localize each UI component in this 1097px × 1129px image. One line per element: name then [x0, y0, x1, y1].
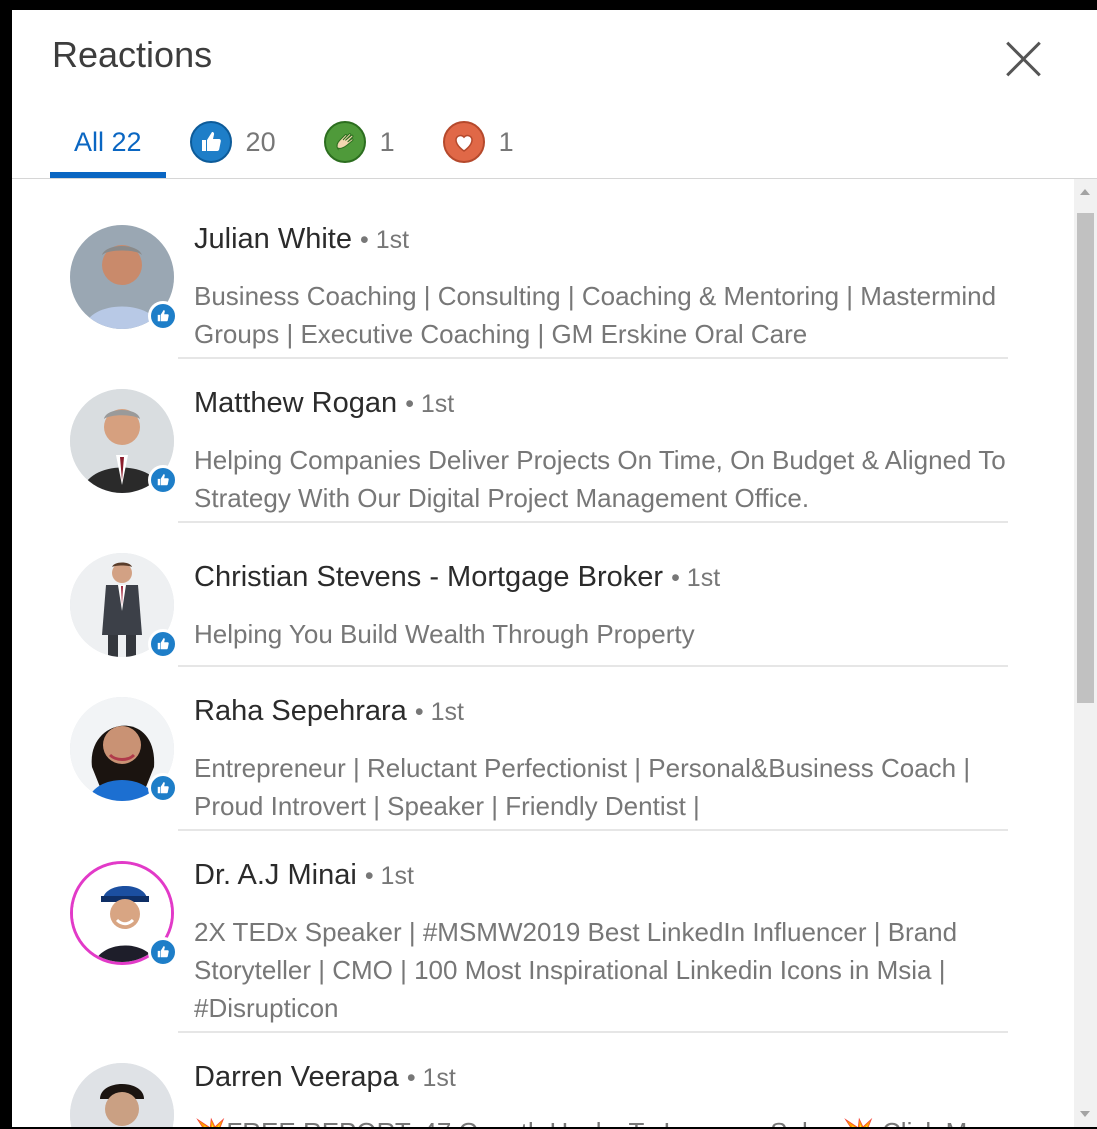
dialog-header: Reactions All 22 20 1 1 [12, 10, 1097, 179]
name-line: Dr. A.J Minai • 1st [194, 859, 414, 892]
scroll-down-arrow-icon[interactable] [1080, 1111, 1090, 1117]
tab-all-label: All 22 [74, 126, 142, 157]
celebrate-icon [323, 121, 366, 163]
tab-celebrate[interactable]: 1 [300, 110, 419, 174]
person-name[interactable]: Julian White [194, 223, 352, 255]
connection-degree: • 1st [414, 698, 464, 726]
like-icon [148, 937, 178, 967]
like-icon [148, 301, 178, 331]
tab-like-count: 20 [245, 126, 276, 157]
scrollbar[interactable] [1074, 179, 1097, 1127]
tab-love-count: 1 [498, 126, 514, 157]
person-headline: Business Coaching | Consulting | Coachin… [194, 281, 997, 349]
person-name[interactable]: Dr. A.J Minai [194, 859, 357, 891]
dialog-title: Reactions [52, 34, 213, 75]
name-line: Julian White • 1st [194, 223, 409, 256]
name-line: Darren Veerapa • 1st [194, 1061, 456, 1094]
connection-degree: • 1st [364, 862, 414, 890]
tab-love[interactable]: 1 [419, 110, 538, 174]
person-name[interactable]: Matthew Rogan [194, 387, 397, 419]
scrollbar-thumb[interactable] [1077, 213, 1094, 703]
tab-like[interactable]: 20 [166, 110, 300, 174]
divider [178, 1031, 1008, 1033]
name-line: Christian Stevens - Mortgage Broker • 1s… [194, 561, 720, 594]
scroll-up-arrow-icon[interactable] [1080, 189, 1090, 195]
divider [178, 665, 1008, 667]
love-icon [442, 121, 485, 163]
reactions-dialog: Reactions All 22 20 1 1 Julian White • 1… [12, 10, 1097, 1127]
person-name[interactable]: Christian Stevens - Mortgage Broker [194, 561, 663, 593]
like-icon [148, 465, 178, 495]
divider [178, 829, 1008, 831]
person-name[interactable]: Darren Veerapa [194, 1061, 399, 1093]
tab-celebrate-count: 1 [379, 126, 395, 157]
divider [178, 521, 1008, 523]
close-icon[interactable] [1002, 38, 1044, 80]
name-line: Matthew Rogan • 1st [194, 387, 454, 420]
connection-degree: • 1st [671, 564, 721, 592]
tab-all[interactable]: All 22 [50, 110, 166, 178]
person-headline: 💥FREE REPORT: 47 Growth Hacks To Increas… [194, 1113, 1014, 1127]
divider [178, 357, 1008, 359]
like-icon [148, 629, 178, 659]
reactions-list: Julian White • 1st Business Coaching | C… [12, 179, 1074, 1127]
person-name[interactable]: Raha Sepehrara [194, 695, 407, 727]
avatar[interactable] [70, 1063, 174, 1127]
person-headline: 2X TEDx Speaker | #MSMW2019 Best LinkedI… [194, 917, 958, 1023]
like-icon [148, 773, 178, 803]
person-headline: Entrepreneur | Reluctant Perfectionist |… [194, 753, 971, 821]
person-headline: Helping You Build Wealth Through Propert… [194, 619, 695, 649]
connection-degree: • 1st [360, 226, 410, 254]
reaction-tabs: All 22 20 1 1 [50, 110, 538, 178]
like-icon [189, 121, 232, 163]
connection-degree: • 1st [406, 1064, 456, 1092]
name-line: Raha Sepehrara • 1st [194, 695, 464, 728]
connection-degree: • 1st [405, 390, 455, 418]
person-headline: Helping Companies Deliver Projects On Ti… [194, 445, 1006, 513]
